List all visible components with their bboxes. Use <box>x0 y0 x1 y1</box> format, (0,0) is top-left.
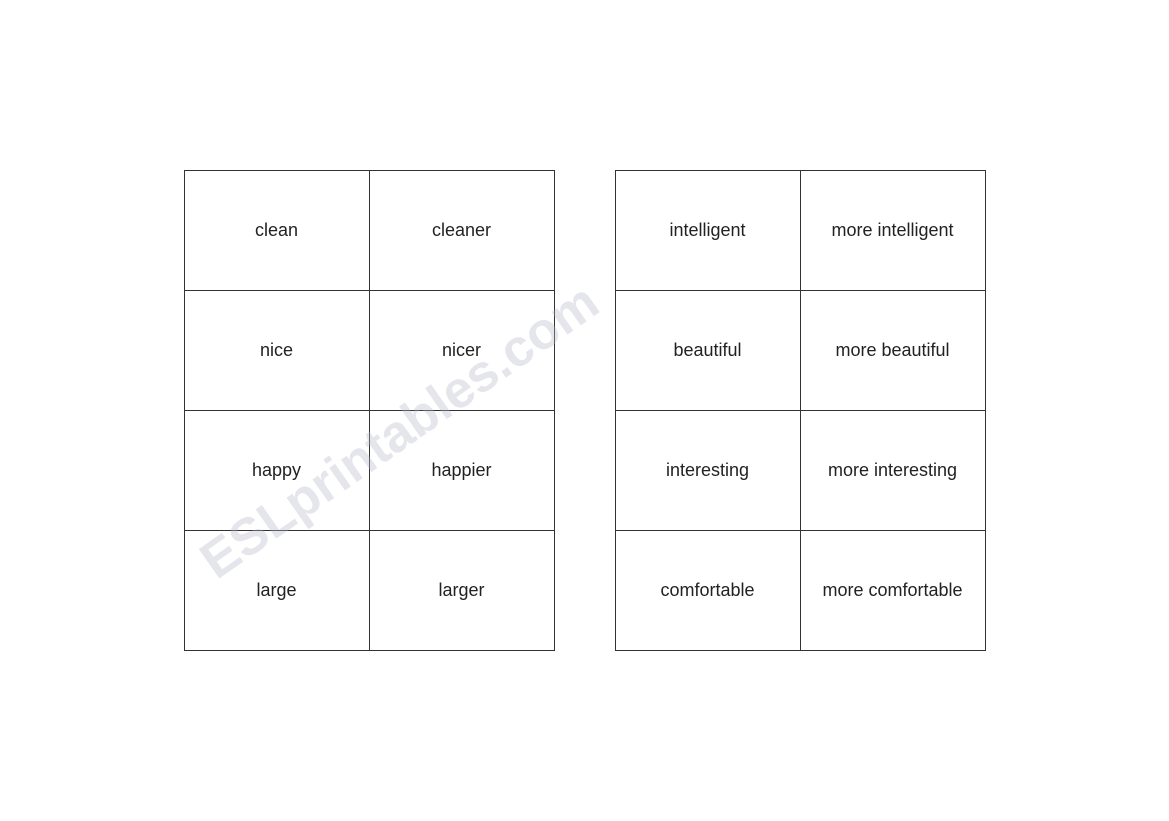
page-container: cleancleanernicenicerhappyhappierlargela… <box>184 170 986 651</box>
right-cell-3-1: more comfortable <box>800 531 985 651</box>
right-table: intelligentmore intelligentbeautifulmore… <box>615 170 986 651</box>
left-cell-1-0: nice <box>184 291 369 411</box>
right-cell-0-0: intelligent <box>615 171 800 291</box>
left-cell-1-1: nicer <box>369 291 554 411</box>
left-cell-0-0: clean <box>184 171 369 291</box>
left-cell-2-1: happier <box>369 411 554 531</box>
right-cell-1-0: beautiful <box>615 291 800 411</box>
right-cell-3-0: comfortable <box>615 531 800 651</box>
right-cell-1-1: more beautiful <box>800 291 985 411</box>
left-cell-2-0: happy <box>184 411 369 531</box>
right-cell-0-1: more intelligent <box>800 171 985 291</box>
left-cell-3-1: larger <box>369 531 554 651</box>
left-cell-3-0: large <box>184 531 369 651</box>
left-table: cleancleanernicenicerhappyhappierlargela… <box>184 170 555 651</box>
right-cell-2-0: interesting <box>615 411 800 531</box>
right-cell-2-1: more interesting <box>800 411 985 531</box>
left-cell-0-1: cleaner <box>369 171 554 291</box>
